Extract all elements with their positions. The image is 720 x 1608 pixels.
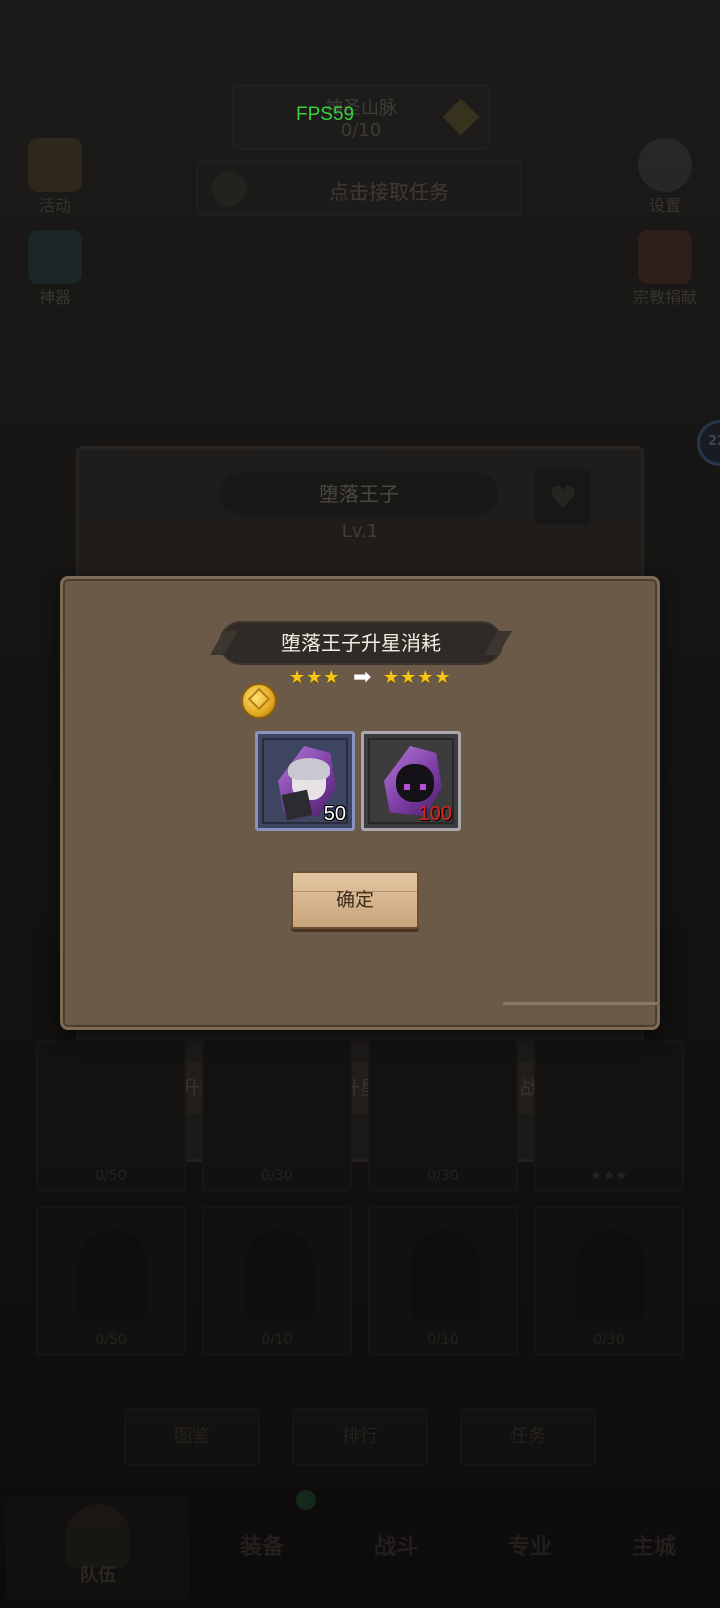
slot-count: 0/50 — [95, 1332, 127, 1348]
hero-silhouette — [410, 1230, 480, 1320]
nav-battle[interactable]: 战斗 — [330, 1496, 462, 1600]
slot-stars: ★★★ — [590, 1168, 628, 1184]
nav-equipment[interactable]: 装备 — [196, 1496, 328, 1600]
nav-team[interactable]: 队伍 — [6, 1496, 190, 1600]
nav-team-label: 队伍 — [80, 1565, 116, 1586]
hero-shard-quantity: 50 — [323, 803, 346, 825]
stars-current: ★★★ — [289, 667, 341, 688]
round-badge-value: 22 — [708, 434, 720, 449]
helmet-icon — [66, 1504, 130, 1568]
slot-count: 0/30 — [261, 1168, 293, 1184]
codex-button[interactable]: 图鉴 — [124, 1408, 260, 1466]
hero-slot[interactable]: 0/30 — [368, 1040, 518, 1192]
hero-shard-item[interactable]: 50 — [255, 731, 355, 831]
slot-count: 0/50 — [95, 1168, 127, 1184]
artifact-button[interactable]: 神器 — [18, 226, 92, 312]
stars-next: ★★★★ — [383, 667, 452, 688]
shadow-portrait-icon — [396, 764, 434, 802]
slot-count: 0/30 — [427, 1168, 459, 1184]
hero-slot[interactable]: 0/10 — [368, 1206, 518, 1356]
bottom-nav: 队伍 装备 战斗 专业 主城 — [0, 1484, 720, 1608]
hero-slot[interactable]: 0/10 — [202, 1206, 352, 1356]
coin-icon — [241, 683, 277, 719]
nav-city[interactable]: 主城 — [588, 1496, 720, 1600]
nav-profession[interactable]: 专业 — [464, 1496, 596, 1600]
slot-count: 0/10 — [427, 1332, 459, 1348]
quest-bar[interactable]: 点击接取任务 — [196, 160, 522, 216]
star-up-cost-dialog: 堕落王子升星消耗 ★★★ ➡ ★★★★ 50 100 确定 — [60, 576, 660, 1030]
hero-silhouette — [244, 1230, 314, 1320]
ranking-button[interactable]: 排行 — [292, 1408, 428, 1466]
heart-icon: ♥ — [548, 479, 578, 517]
area-task-banner[interactable]: 神圣山脉 0/10 — [232, 84, 490, 150]
tasks-button[interactable]: 任务 — [460, 1408, 596, 1466]
generic-shard-quantity: 100 — [418, 803, 452, 825]
donation-button[interactable]: 宗教捐献 — [628, 226, 702, 312]
hero-slot[interactable]: 0/50 — [36, 1206, 186, 1356]
artifact-icon — [28, 230, 82, 284]
gear-icon — [638, 138, 692, 192]
notification-dot — [296, 1490, 316, 1510]
artifact-label: 神器 — [38, 288, 71, 307]
hero-slot[interactable]: 0/30 — [202, 1040, 352, 1192]
calendar-icon — [28, 138, 82, 192]
settings-label: 设置 — [648, 196, 681, 215]
hero-slot[interactable]: ★★★ — [534, 1040, 684, 1192]
slot-count: 0/10 — [261, 1332, 293, 1348]
hero-slot[interactable]: 0/30 — [534, 1206, 684, 1356]
hero-silhouette — [78, 1230, 148, 1320]
donation-label: 宗教捐献 — [632, 288, 697, 307]
dialog-title: 堕落王子升星消耗 — [219, 621, 503, 665]
book-icon — [638, 230, 692, 284]
quest-label: 点击接取任务 — [329, 180, 449, 204]
hero-slot[interactable]: 0/50 — [36, 1040, 186, 1192]
generic-shard-item[interactable]: 100 — [361, 731, 461, 831]
activity-button[interactable]: 活动 — [18, 134, 92, 220]
fps-counter: FPS59 — [296, 104, 355, 125]
favorite-button[interactable]: ♥ — [535, 469, 591, 525]
hero-silhouette — [576, 1230, 646, 1320]
quest-icon — [212, 172, 246, 206]
settings-button[interactable]: 设置 — [628, 134, 702, 220]
confirm-button[interactable]: 确定 — [291, 871, 419, 929]
arrow-right-icon: ➡ — [353, 665, 372, 690]
round-badge[interactable]: 22 — [697, 420, 720, 466]
slot-count: 0/30 — [593, 1332, 625, 1348]
activity-label: 活动 — [38, 196, 71, 215]
hero-name: 堕落王子 — [219, 473, 499, 515]
